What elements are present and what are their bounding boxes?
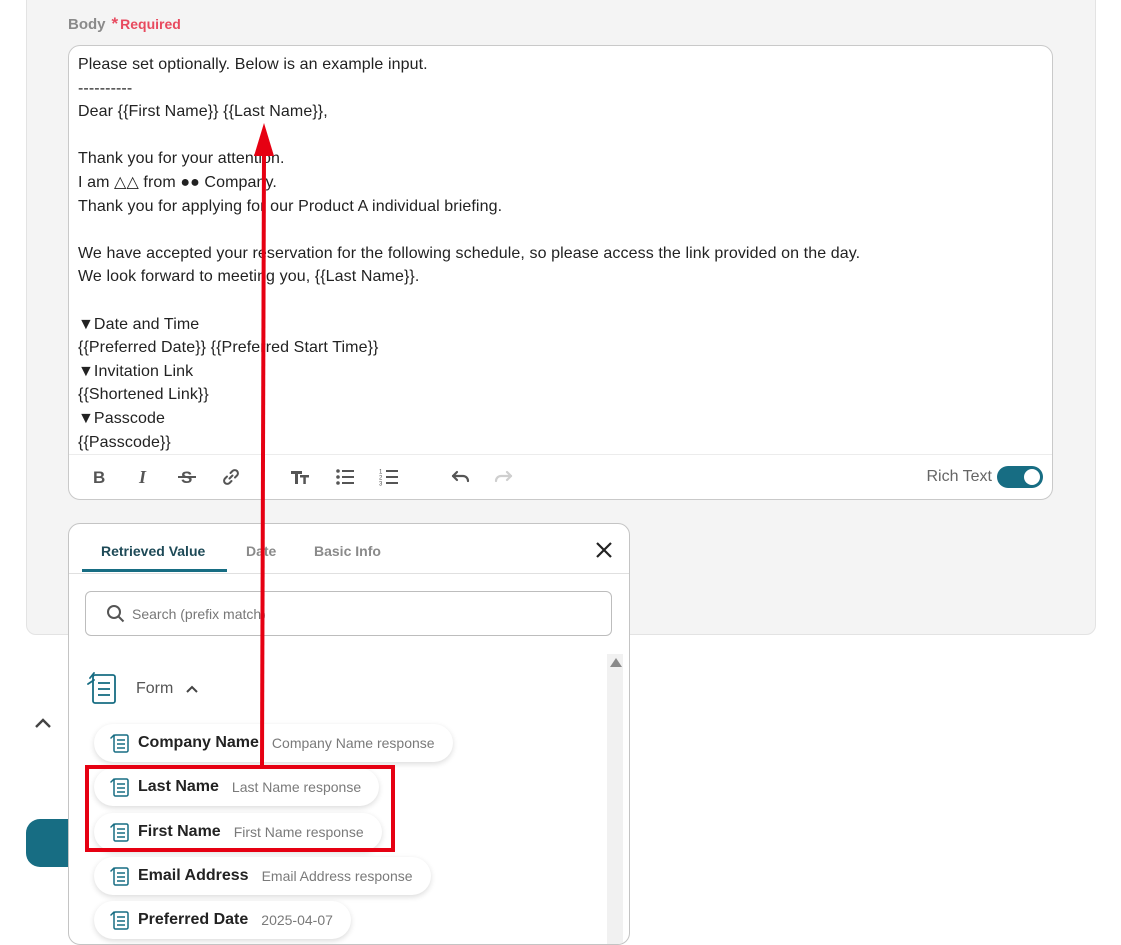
form-field-icon [110, 777, 129, 797]
strikethrough-icon[interactable]: S [176, 466, 198, 488]
search-input[interactable] [130, 593, 604, 634]
variable-picker-popup: Retrieved Value Date Basic Info Form Com… [68, 523, 630, 945]
editor-line: ▼Date and Time [78, 315, 200, 333]
numbered-list-icon[interactable]: 123 [378, 466, 400, 488]
editor-line: {{Passcode}} [78, 433, 171, 451]
form-field-icon [110, 733, 129, 753]
body-field-label: Body * Required [68, 14, 181, 34]
variable-chip-company-name[interactable]: Company Name Company Name response [94, 724, 453, 762]
body-rich-text-editor[interactable]: Please set optionally. Below is an examp… [68, 45, 1053, 500]
required-indicator: * Required [112, 14, 181, 34]
chevron-up-icon [186, 685, 199, 693]
editor-content[interactable]: Please set optionally. Below is an examp… [78, 53, 860, 454]
chip-name: Last Name [138, 778, 219, 795]
chip-description: Last Name response [231, 779, 362, 795]
bold-icon[interactable]: B [88, 466, 110, 488]
editor-line: Dear {{First Name}} {{Last Name}}, [78, 103, 328, 121]
form-field-icon [110, 866, 129, 886]
editor-line: Thank you for your attention. [78, 150, 285, 168]
bullet-list-icon[interactable] [334, 466, 356, 488]
tab-basic-info[interactable]: Basic Info [314, 543, 381, 559]
editor-line: We look forward to meeting you, {{Last N… [78, 268, 420, 286]
chip-name: Email Address [138, 867, 249, 884]
editor-toolbar: B I S 123 Rich Text [69, 454, 1052, 499]
editor-line: Thank you for applying for our Product A… [78, 197, 503, 215]
chip-description: Email Address response [261, 868, 413, 884]
editor-line: {{Preferred Date}} {{Preferred Start Tim… [78, 339, 379, 357]
italic-icon[interactable]: I [132, 466, 154, 488]
variable-chip-last-name[interactable]: Last Name Last Name response [94, 768, 380, 806]
rich-text-label: Rich Text [926, 468, 992, 485]
scrollbar[interactable] [607, 654, 623, 944]
editor-line: I am △△ from ●● Company. [78, 173, 277, 191]
editor-line: ▼Passcode [78, 409, 166, 427]
picker-tabs: Retrieved Value Date Basic Info [69, 524, 629, 574]
editor-line: We have accepted your reservation for th… [78, 244, 861, 262]
svg-text:3: 3 [379, 482, 383, 488]
chip-name: Company Name [138, 734, 259, 751]
variable-chip-email-address[interactable]: Email Address Email Address response [94, 857, 431, 895]
svg-text:B: B [93, 468, 105, 487]
undo-icon[interactable] [449, 466, 471, 488]
form-group-header[interactable]: Form [86, 669, 199, 709]
chip-name: Preferred Date [138, 911, 249, 928]
required-text: Required [120, 16, 181, 32]
form-field-icon [110, 822, 129, 842]
chevron-up-icon[interactable] [34, 716, 52, 730]
form-field-icon [110, 910, 129, 930]
search-box [85, 591, 612, 636]
editor-line: Please set optionally. Below is an examp… [78, 56, 428, 73]
body-label-text: Body [68, 15, 106, 33]
editor-line: ---------- [78, 79, 133, 97]
chip-description: 2025-04-07 [261, 912, 333, 928]
tab-date[interactable]: Date [246, 543, 276, 559]
required-star-icon: * [111, 14, 119, 33]
search-icon [106, 604, 125, 623]
chip-name: First Name [138, 823, 221, 840]
svg-text:I: I [138, 467, 147, 487]
variable-chip-preferred-date[interactable]: Preferred Date 2025-04-07 [94, 901, 351, 939]
tab-retrieved-value[interactable]: Retrieved Value [101, 543, 205, 559]
close-icon[interactable] [595, 541, 613, 559]
chip-description: First Name response [233, 824, 364, 840]
editor-line: {{Shortened Link}} [78, 386, 209, 404]
rich-text-toggle[interactable] [997, 466, 1043, 488]
text-size-icon[interactable] [289, 466, 311, 488]
form-icon [87, 672, 116, 704]
active-tab-indicator [82, 569, 227, 572]
editor-line: ▼Invitation Link [78, 362, 194, 380]
form-group-label: Form [136, 680, 174, 697]
redo-icon[interactable] [493, 466, 515, 488]
scroll-up-arrow-icon[interactable] [610, 658, 622, 667]
toggle-knob [1024, 469, 1040, 485]
link-icon[interactable] [220, 466, 242, 488]
chip-description: Company Name response [271, 735, 435, 751]
variable-chip-first-name[interactable]: First Name First Name response [94, 813, 382, 851]
